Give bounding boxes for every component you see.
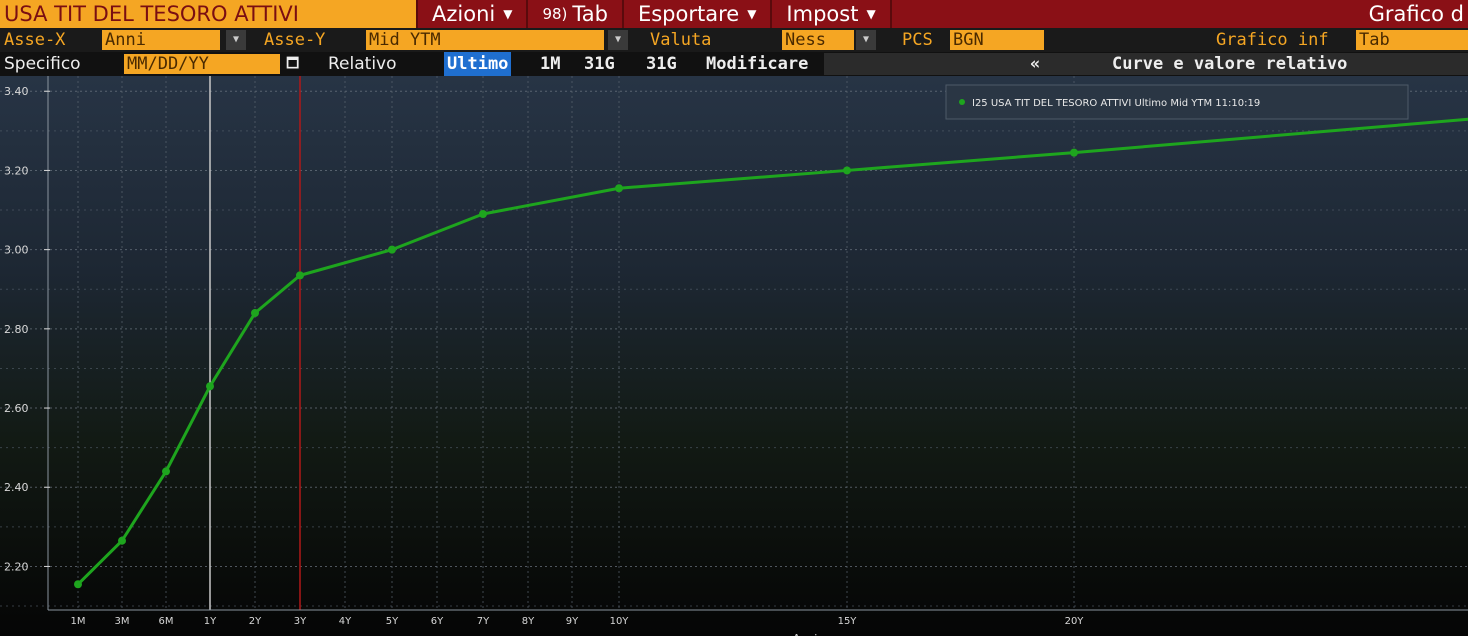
export-menu-label: Esportare xyxy=(637,2,740,26)
y-tick-label: 2.80 xyxy=(4,323,29,336)
y-tick-label: 2.40 xyxy=(4,481,29,494)
data-point xyxy=(74,580,82,589)
x-tick-label: 6Y xyxy=(431,616,444,627)
currency-label: Valuta xyxy=(650,30,712,50)
legend-entry: I25 USA TIT DEL TESORO ATTIVI Ultimo Mid… xyxy=(972,98,1260,109)
data-point xyxy=(1070,148,1078,157)
y-axis-field[interactable]: Mid YTM xyxy=(366,30,604,50)
pcs-label: PCS xyxy=(902,30,933,50)
pcs-field[interactable]: BGN xyxy=(950,30,1044,50)
y-tick-label: 3.20 xyxy=(4,164,29,177)
chevron-down-icon: ▼ xyxy=(866,7,876,21)
relative-label: Relativo xyxy=(328,54,397,74)
collapse-button[interactable]: « xyxy=(1030,52,1040,76)
31g-button-b[interactable]: 31G xyxy=(646,52,677,76)
chevron-down-icon: ▼ xyxy=(503,7,513,21)
panel-title: Curve e valore relativo xyxy=(1112,54,1348,74)
x-tick-label: 9Y xyxy=(566,616,579,627)
data-point xyxy=(843,166,851,175)
settings-menu-label: Impost xyxy=(786,2,859,26)
x-tick-label: 4Y xyxy=(339,616,352,627)
currency-field[interactable]: Ness xyxy=(782,30,854,50)
x-tick-label: 8Y xyxy=(522,616,535,627)
x-axis-title: Anni xyxy=(793,632,818,636)
data-point xyxy=(296,271,304,280)
x-tick-label: 3Y xyxy=(294,616,307,627)
x-tick-label: 7Y xyxy=(477,616,490,627)
x-axis-dropdown-icon[interactable]: ▼ xyxy=(226,30,246,50)
security-title[interactable]: USA TIT DEL TESORO ATTIVI xyxy=(0,0,418,28)
x-tick-label: 1M xyxy=(71,616,86,627)
y-tick-label: 2.20 xyxy=(4,560,29,573)
y-axis-label: Asse-Y xyxy=(264,30,326,50)
chart-info-label: Grafico inf xyxy=(1216,30,1329,50)
export-menu[interactable]: Esportare ▼ xyxy=(624,0,773,28)
x-axis-label: Asse-X xyxy=(4,30,66,50)
top-toolbar: USA TIT DEL TESORO ATTIVI Azioni ▼ 98) Tab… xyxy=(0,0,1468,28)
actions-menu-label: Azioni xyxy=(432,2,496,26)
chevron-down-icon: ▼ xyxy=(747,7,757,21)
tab-menu[interactable]: 98) Tab xyxy=(528,0,624,28)
x-tick-label: 20Y xyxy=(1065,616,1085,627)
31g-button-a[interactable]: 31G xyxy=(584,52,615,76)
tab-menu-label: Tab xyxy=(572,2,608,26)
specific-label: Specifico xyxy=(4,54,81,74)
data-point xyxy=(251,309,259,317)
x-axis-field[interactable]: Anni xyxy=(102,30,220,50)
currency-dropdown-icon[interactable]: ▼ xyxy=(856,30,876,50)
date-input[interactable]: MM/DD/YY xyxy=(124,54,280,74)
chart-menu-label[interactable]: Grafico d xyxy=(1369,0,1468,28)
data-point xyxy=(388,245,396,254)
last-button[interactable]: Ultimo xyxy=(444,52,512,76)
data-point xyxy=(162,467,170,476)
actions-menu[interactable]: Azioni ▼ xyxy=(418,0,529,28)
y-tick-label: 3.40 xyxy=(4,85,29,98)
y-tick-label: 3.00 xyxy=(4,244,29,257)
x-tick-label: 5Y xyxy=(386,616,399,627)
data-point xyxy=(615,184,623,193)
plot-background xyxy=(0,76,1468,636)
x-tick-label: 3M xyxy=(115,616,130,627)
1m-button[interactable]: 1M xyxy=(540,52,560,76)
data-point xyxy=(118,536,126,545)
y-axis-dropdown-icon[interactable]: ▼ xyxy=(608,30,628,50)
x-tick-label: 2Y xyxy=(249,616,262,627)
data-point xyxy=(479,210,487,218)
x-tick-label: 1Y xyxy=(204,616,217,627)
settings-menu[interactable]: Impost ▼ xyxy=(772,0,892,28)
x-tick-label: 15Y xyxy=(838,616,858,627)
edit-button[interactable]: Modificare xyxy=(706,52,808,76)
tab-menu-number: 98) xyxy=(542,5,568,23)
x-tick-label: 6M xyxy=(159,616,174,627)
chart-info-field[interactable]: Tab xyxy=(1356,30,1468,50)
range-bar: Specifico MM/DD/YY 🗖 Relativo Ultimo 1M … xyxy=(0,52,1468,76)
x-tick-label: 10Y xyxy=(610,616,630,627)
data-point xyxy=(206,382,214,391)
legend: I25 USA TIT DEL TESORO ATTIVI Ultimo Mid… xyxy=(945,84,1409,120)
axis-settings-bar: Asse-X Anni ▼ Asse-Y Mid YTM ▼ Valuta Ne… xyxy=(0,28,1468,52)
y-tick-label: 2.60 xyxy=(4,402,29,415)
yield-curve-chart[interactable]: 3.40 3.20 3.00 2.80 2.60 2.40 2.20 1M 3M 6M 1Y 2Y 3… xyxy=(0,76,1468,636)
legend-marker xyxy=(959,99,965,105)
calendar-icon[interactable]: 🗖 xyxy=(286,52,299,76)
